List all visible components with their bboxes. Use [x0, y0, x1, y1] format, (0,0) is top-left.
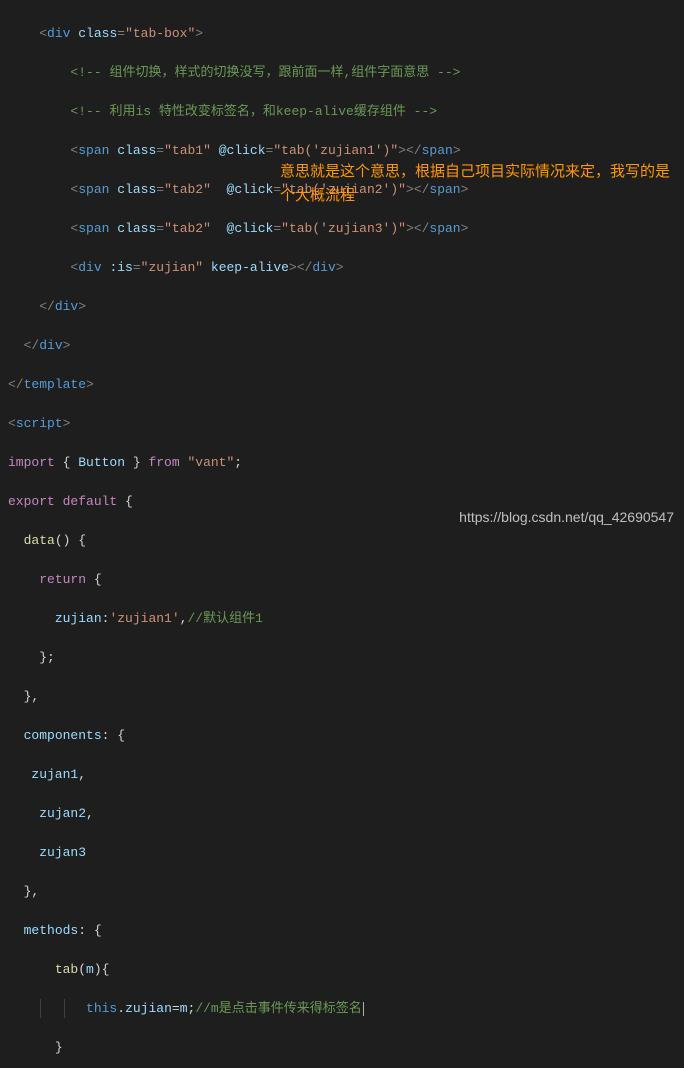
code-line: <span class="tab2" @click="tab('zujian3'… — [8, 219, 684, 239]
code-line: <span class="tab2" @click="tab('zujian2'… — [8, 180, 684, 200]
code-line: <!-- 利用is 特性改变标签名，和keep-alive缓存组件 --> — [8, 102, 684, 122]
code-line: return { — [8, 570, 684, 590]
code-line: components: { — [8, 726, 684, 746]
code-line: } — [8, 1038, 684, 1058]
code-line: this.zujian=m;//m是点击事件传来得标签名 — [8, 999, 684, 1019]
code-line: data() { — [8, 531, 684, 551]
code-line: zujan1, — [8, 765, 684, 785]
code-line: tab(m){ — [8, 960, 684, 980]
text-cursor — [363, 1002, 364, 1016]
code-line: </template> — [8, 375, 684, 395]
code-line: import { Button } from "vant"; — [8, 453, 684, 473]
code-line: zujan3 — [8, 843, 684, 863]
code-line: <div class="tab-box"> — [8, 24, 684, 44]
code-line: }, — [8, 687, 684, 707]
code-line: <div :is="zujian" keep-alive></div> — [8, 258, 684, 278]
code-line: }; — [8, 648, 684, 668]
code-editor[interactable]: <div class="tab-box"> <!-- 组件切换，样式的切换没写，… — [0, 0, 684, 1068]
code-line: <span class="tab1" @click="tab('zujian1'… — [8, 141, 684, 161]
code-line: </div> — [8, 297, 684, 317]
code-line: zujan2, — [8, 804, 684, 824]
code-line: </div> — [8, 336, 684, 356]
code-line: <!-- 组件切换，样式的切换没写，跟前面一样,组件字面意思 --> — [8, 63, 684, 83]
code-line: methods: { — [8, 921, 684, 941]
code-line: export default { — [8, 492, 684, 512]
code-line: zujian:'zujian1',//默认组件1 — [8, 609, 684, 629]
code-line: }, — [8, 882, 684, 902]
code-line: <script> — [8, 414, 684, 434]
